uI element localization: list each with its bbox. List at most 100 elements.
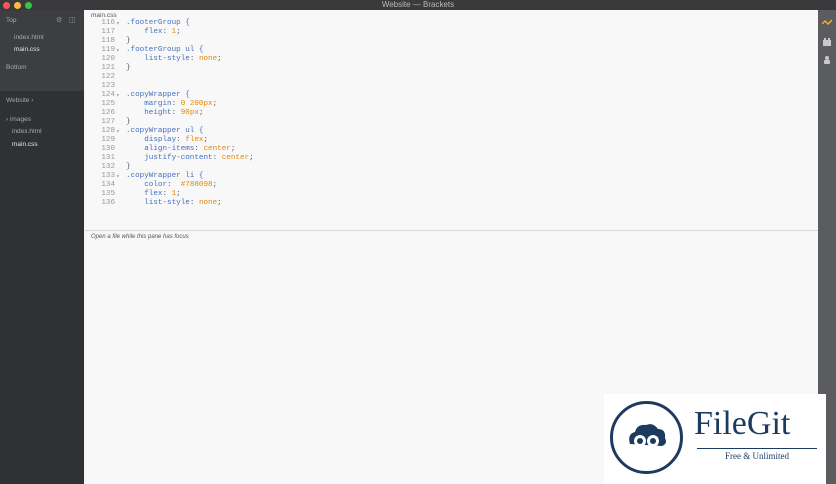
code-token: flex: [144, 28, 163, 36]
code-editor[interactable]: main.css 116 ▾ .footerGroup {117 flex: 1; 1…: [85, 10, 818, 230]
code-text: .footerGroup ul {: [126, 46, 203, 55]
code-token: :: [194, 145, 204, 153]
code-token: .copyWrapper ul {: [126, 127, 204, 135]
code-token: :: [162, 28, 172, 36]
code-text: }: [126, 118, 131, 127]
code-token: ;: [230, 145, 236, 153]
code-token: list-style: [144, 55, 190, 63]
code-token: flex: [185, 136, 204, 144]
code-line[interactable]: 118}: [85, 37, 818, 46]
fold-marker-icon[interactable]: ▾: [116, 172, 120, 181]
project-title: Website: [6, 97, 30, 104]
tree-folder-images[interactable]: › images: [6, 116, 31, 123]
code-token: }: [126, 163, 131, 171]
code-line[interactable]: 119 ▾ .footerGroup ul {: [85, 46, 818, 55]
code-line[interactable]: 134 color: #788098;: [85, 181, 818, 190]
code-token: :: [162, 190, 172, 198]
code-line[interactable]: 126 height: 90px;: [85, 109, 818, 118]
line-number: 120: [101, 55, 115, 63]
code-text: .copyWrapper ul {: [126, 127, 203, 136]
code-text: color: #788098;: [126, 181, 217, 190]
code-text: justify-content: center;: [126, 154, 254, 163]
code-line[interactable]: 127}: [85, 118, 818, 127]
title-bar: Website — Brackets: [0, 0, 836, 10]
code-line[interactable]: 129 display: flex;: [85, 136, 818, 145]
code-line[interactable]: 131 justify-content: center;: [85, 154, 818, 163]
code-line[interactable]: 121}: [85, 64, 818, 73]
line-number: 118: [101, 37, 115, 45]
working-file-item[interactable]: main.css: [14, 46, 40, 53]
code-line[interactable]: 124 ▾ .copyWrapper {: [85, 91, 818, 100]
code-line[interactable]: 136 list-style: none;: [85, 199, 818, 208]
bottom-pane-label: Bottom: [6, 64, 27, 71]
code-line[interactable]: 122: [85, 73, 818, 82]
code-token: center: [221, 154, 250, 162]
code-line[interactable]: 123: [85, 82, 818, 91]
chevron-down-icon: ›: [31, 97, 34, 104]
gear-icon[interactable]: ⚙: [56, 17, 62, 24]
code-text: }: [126, 37, 131, 46]
line-number: 134: [101, 181, 115, 189]
line-number: 124: [101, 91, 115, 99]
line-number: 129: [101, 136, 115, 144]
watermark-divider: [697, 448, 817, 449]
line-number: 117: [101, 28, 115, 36]
line-number: 128: [101, 127, 115, 135]
code-token: :: [176, 136, 186, 144]
tree-file-item[interactable]: main.css: [12, 141, 38, 148]
extension-manager-icon[interactable]: [822, 37, 832, 47]
code-text: display: flex;: [126, 136, 208, 145]
line-number: 121: [101, 64, 115, 72]
split-view-icon[interactable]: ◫: [69, 17, 76, 24]
code-token: ;: [176, 28, 181, 36]
fold-marker-icon[interactable]: ▾: [116, 46, 120, 55]
watermark-tagline: Free & Unlimited: [725, 451, 789, 461]
code-token: :: [189, 199, 199, 207]
code-line[interactable]: 135 flex: 1;: [85, 190, 818, 199]
extensions-icon[interactable]: [822, 55, 832, 65]
line-number: 131: [101, 154, 115, 162]
working-file-item[interactable]: index.html: [14, 34, 44, 41]
code-token: ;: [249, 154, 254, 162]
editor-file-tab[interactable]: main.css: [91, 12, 117, 19]
project-dropdown[interactable]: Website ›: [6, 97, 33, 104]
code-token: flex: [144, 190, 163, 198]
line-number: 130: [101, 145, 115, 153]
code-line[interactable]: 117 flex: 1;: [85, 28, 818, 37]
code-token: ;: [198, 109, 204, 117]
code-token: ;: [212, 100, 218, 108]
line-number: 119: [101, 46, 115, 54]
project-tree-panel: [0, 91, 84, 484]
code-text: height: 90px;: [126, 109, 204, 118]
code-line[interactable]: 132}: [85, 163, 818, 172]
line-number: 123: [101, 82, 115, 90]
code-line[interactable]: 133 ▾ .copyWrapper li {: [85, 172, 818, 181]
code-line[interactable]: 125 margin: 0 200px;: [85, 100, 818, 109]
watermark-brand-name: FileGit: [694, 405, 791, 442]
code-line[interactable]: 120 list-style: none;: [85, 55, 818, 64]
line-number: 133: [101, 172, 115, 180]
code-lines[interactable]: 116 ▾ .footerGroup {117 flex: 1; 118} 119 ▾ .f…: [85, 19, 818, 208]
code-line[interactable]: 128 ▾ .copyWrapper ul {: [85, 127, 818, 136]
fold-marker-icon[interactable]: ▾: [116, 127, 120, 136]
code-token: :: [167, 181, 181, 189]
live-preview-icon[interactable]: [821, 18, 833, 28]
fold-marker-icon[interactable]: ▾: [116, 91, 120, 100]
code-text: .footerGroup {: [126, 19, 190, 28]
code-token: justify-content: [144, 154, 213, 162]
code-line[interactable]: 116 ▾ .footerGroup {: [85, 19, 818, 28]
code-token: 90px: [180, 109, 199, 117]
code-token: center: [203, 145, 231, 153]
fold-marker-icon[interactable]: ▾: [116, 19, 120, 28]
code-text: list-style: none;: [126, 199, 222, 208]
code-line[interactable]: 130 align-items: center;: [85, 145, 818, 154]
code-text: }: [126, 163, 131, 172]
tree-file-item[interactable]: index.html: [12, 128, 42, 135]
code-text: flex: 1;: [126, 28, 181, 37]
code-token: ;: [217, 55, 222, 63]
code-text: list-style: none;: [126, 55, 222, 64]
